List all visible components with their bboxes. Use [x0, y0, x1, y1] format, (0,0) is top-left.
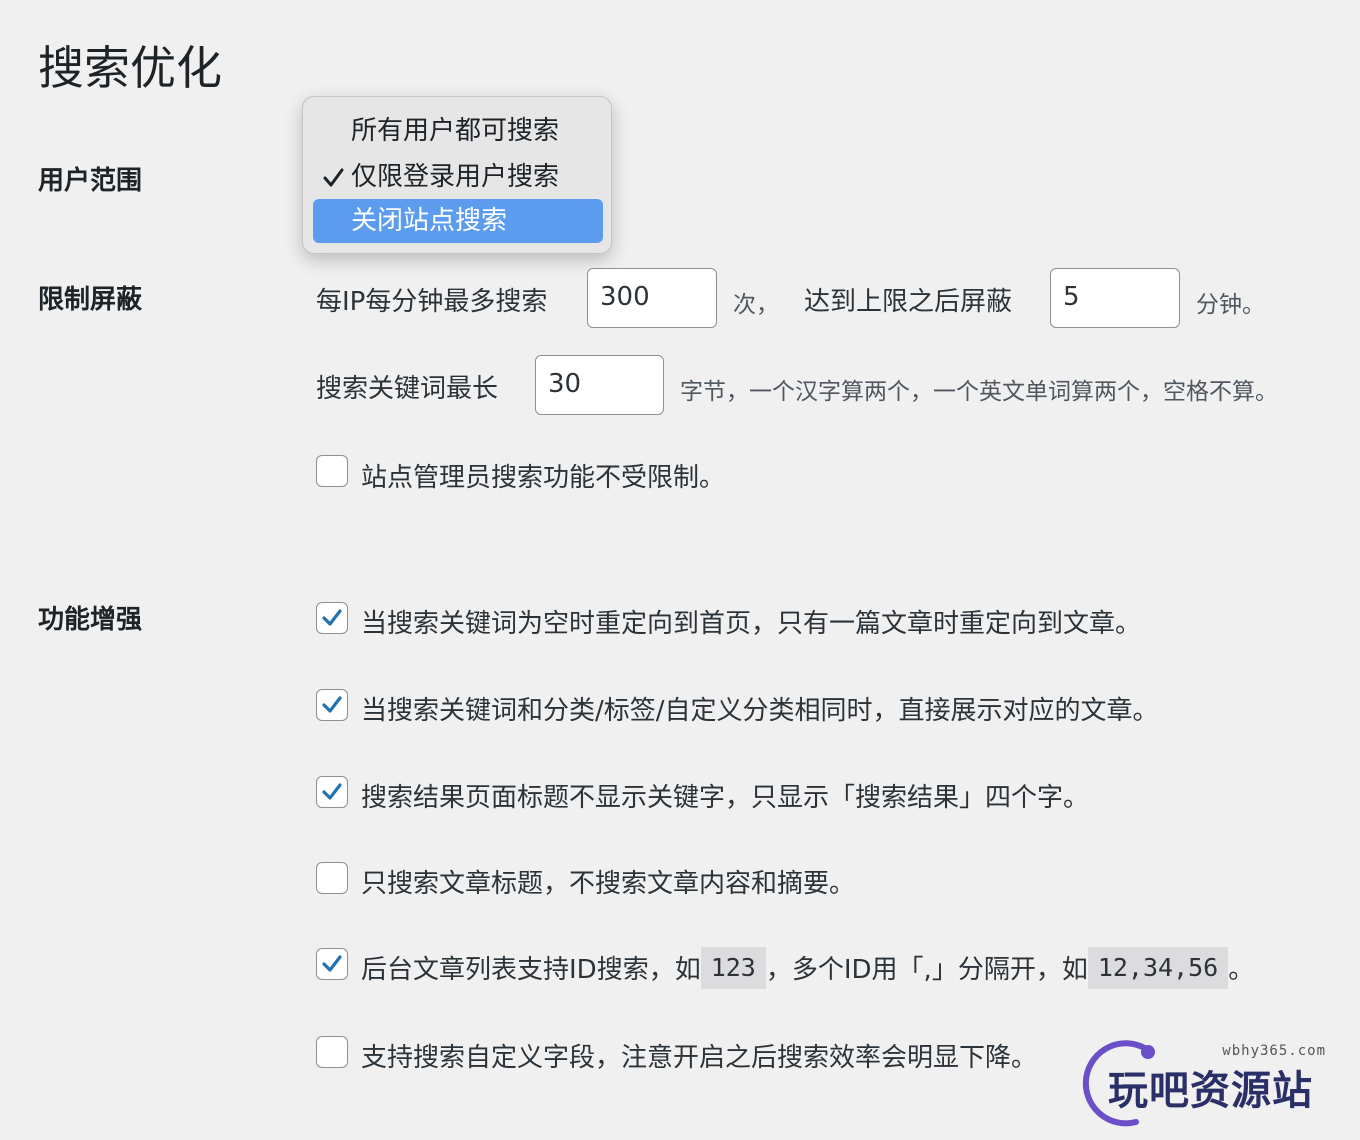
enhance-checkbox-admin-id-search[interactable] [316, 948, 348, 980]
enhance-label-title-only: 只搜索文章标题，不搜索文章内容和摘要。 [361, 869, 856, 899]
checkmark-icon [322, 696, 342, 713]
enhance-checkbox-hide-keyword-title[interactable] [316, 776, 348, 808]
enhance-checkbox-empty-redirect[interactable] [316, 602, 348, 634]
enhance-label-admin-id-search: 后台文章列表支持ID搜索，如 123 ，多个ID用「,」分隔开，如 12,34,56。 [361, 946, 1254, 989]
checkmark-icon [322, 783, 342, 800]
admin-exempt-label: 站点管理员搜索功能不受限制。 [361, 463, 726, 493]
block-minutes-input[interactable]: 5 [1050, 268, 1180, 328]
keyword-length-input[interactable]: 30 [535, 355, 664, 415]
user-scope-dropdown[interactable]: 所有用户都可搜索 仅限登录用户搜索 关闭站点搜索 [302, 96, 612, 254]
dropdown-option-disable-search[interactable]: 关闭站点搜索 [313, 199, 603, 243]
code-sample-ids: 12,34,56 [1087, 946, 1229, 989]
per-ip-prefix: 每IP每分钟最多搜索 [316, 287, 548, 317]
enhance-label-taxonomy-match: 当搜索关键词和分类/标签/自定义分类相同时，直接展示对应的文章。 [361, 696, 1159, 726]
per-ip-unit: 次， [733, 292, 779, 318]
code-sample-id: 123 [700, 946, 766, 989]
enhance-checkbox-title-only[interactable] [316, 862, 348, 894]
checkmark-icon [322, 955, 342, 972]
keyword-length-prefix: 搜索关键词最长 [316, 374, 499, 404]
dropdown-option-all-users[interactable]: 所有用户都可搜索 [313, 109, 603, 153]
enhance-label-custom-fields: 支持搜索自定义字段，注意开启之后搜索效率会明显下降。 [361, 1043, 1038, 1073]
per-ip-limit-input[interactable]: 300 [587, 268, 717, 328]
enhance-label-hide-keyword-title: 搜索结果页面标题不显示关键字，只显示「搜索结果」四个字。 [361, 783, 1090, 813]
enhance-checkbox-custom-fields[interactable] [316, 1036, 348, 1068]
dropdown-option-logged-in[interactable]: 仅限登录用户搜索 [313, 155, 603, 199]
user-scope-label: 用户范围 [38, 166, 143, 196]
checkmark-icon [322, 609, 342, 626]
page-title: 搜索优化 [38, 41, 222, 95]
enhance-checkbox-taxonomy-match[interactable] [316, 689, 348, 721]
enhance-label-empty-redirect: 当搜索关键词为空时重定向到首页，只有一篇文章时重定向到文章。 [361, 609, 1142, 639]
watermark-domain: wbhy365.com [1222, 1043, 1326, 1059]
admin-exempt-checkbox[interactable] [316, 455, 348, 487]
enhance-label: 功能增强 [38, 605, 143, 635]
keyword-length-desc: 字节，一个汉字算两个，一个英文单词算两个，空格不算。 [680, 379, 1278, 405]
watermark-text: 玩吧资源站 [1108, 1068, 1313, 1114]
block-prefix: 达到上限之后屏蔽 [804, 287, 1013, 317]
limit-label: 限制屏蔽 [38, 285, 143, 315]
block-unit: 分钟。 [1196, 292, 1265, 318]
